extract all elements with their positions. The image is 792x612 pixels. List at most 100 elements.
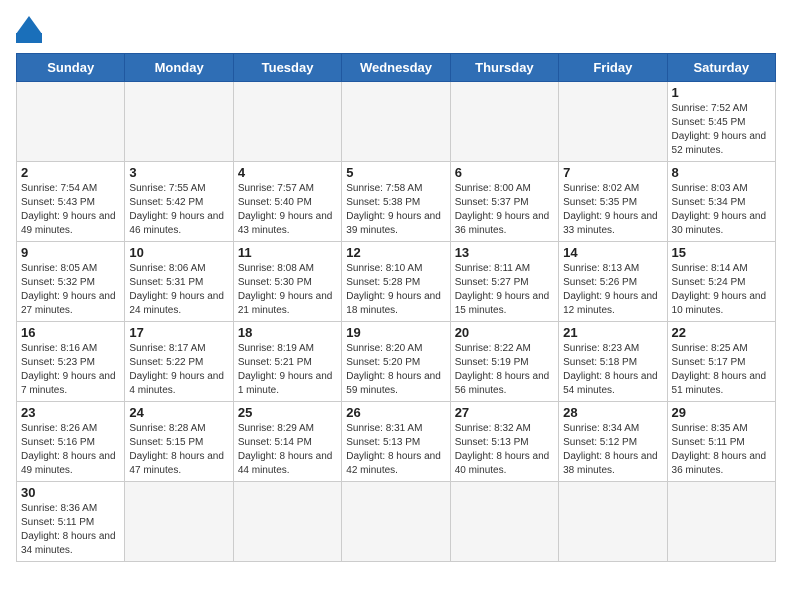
calendar-cell: 4Sunrise: 7:57 AMSunset: 5:40 PMDaylight…: [233, 162, 341, 242]
day-info: Sunrise: 8:08 AMSunset: 5:30 PMDaylight:…: [238, 262, 337, 318]
day-number: 14: [563, 245, 662, 260]
calendar-cell: [233, 482, 341, 562]
week-row-5: 30Sunrise: 8:36 AMSunset: 5:11 PMDayligh…: [17, 482, 776, 562]
day-info: Sunrise: 8:06 AMSunset: 5:31 PMDaylight:…: [129, 262, 228, 318]
calendar-cell: 20 Sunrise: 8:22 AMSunset: 5:19 PMDayligh…: [450, 322, 558, 402]
calendar-cell: 7 Sunrise: 8:02 AMSunset: 5:35 PMDaylight…: [559, 162, 667, 242]
calendar-cell: 9Sunrise: 8:05 AMSunset: 5:32 PMDaylight…: [17, 242, 125, 322]
calendar-cell: 25 Sunrise: 8:29 AMSunset: 5:14 PMDayligh…: [233, 402, 341, 482]
calendar-cell: 16Sunrise: 8:16 AMSunset: 5:23 PMDayligh…: [17, 322, 125, 402]
day-info: Sunrise: 8:03 AMSunset: 5:34 PMDaylight:…: [672, 182, 771, 238]
calendar-cell: [125, 482, 233, 562]
week-row-0: 1Sunrise: 7:52 AMSunset: 5:45 PMDaylight…: [17, 82, 776, 162]
header-saturday: Saturday: [667, 54, 775, 82]
calendar-cell: 17 Sunrise: 8:17 AMSunset: 5:22 PMDayligh…: [125, 322, 233, 402]
day-number: 16: [21, 325, 120, 340]
day-info: Sunrise: 8:17 AMSunset: 5:22 PMDaylight:…: [129, 342, 228, 398]
day-number: 5: [346, 165, 445, 180]
day-info: Sunrise: 8:23 AMSunset: 5:18 PMDaylight:…: [563, 342, 662, 398]
calendar-cell: 26 Sunrise: 8:31 AMSunset: 5:13 PMDayligh…: [342, 402, 450, 482]
day-info: Sunrise: 8:13 AMSunset: 5:26 PMDaylight:…: [563, 262, 662, 318]
header-tuesday: Tuesday: [233, 54, 341, 82]
day-info: Sunrise: 8:34 AMSunset: 5:12 PMDaylight:…: [563, 422, 662, 478]
day-number: 25: [238, 405, 337, 420]
calendar-cell: [342, 82, 450, 162]
calendar-cell: 1Sunrise: 7:52 AMSunset: 5:45 PMDaylight…: [667, 82, 775, 162]
day-info: Sunrise: 7:54 AMSunset: 5:43 PMDaylight:…: [21, 182, 120, 238]
calendar-cell: [559, 482, 667, 562]
day-number: 10: [129, 245, 228, 260]
day-number: 27: [455, 405, 554, 420]
calendar-cell: 8Sunrise: 8:03 AMSunset: 5:34 PMDaylight…: [667, 162, 775, 242]
day-number: 23: [21, 405, 120, 420]
day-info: Sunrise: 8:22 AMSunset: 5:19 PMDaylight:…: [455, 342, 554, 398]
day-info: Sunrise: 8:20 AMSunset: 5:20 PMDaylight:…: [346, 342, 445, 398]
header-thursday: Thursday: [450, 54, 558, 82]
header-friday: Friday: [559, 54, 667, 82]
calendar-cell: [17, 82, 125, 162]
day-info: Sunrise: 8:11 AMSunset: 5:27 PMDaylight:…: [455, 262, 554, 318]
calendar-cell: 3 Sunrise: 7:55 AMSunset: 5:42 PMDaylight…: [125, 162, 233, 242]
day-number: 26: [346, 405, 445, 420]
day-number: 20: [455, 325, 554, 340]
day-number: 1: [672, 85, 771, 100]
day-number: 18: [238, 325, 337, 340]
day-info: Sunrise: 8:10 AMSunset: 5:28 PMDaylight:…: [346, 262, 445, 318]
week-row-3: 16Sunrise: 8:16 AMSunset: 5:23 PMDayligh…: [17, 322, 776, 402]
day-number: 19: [346, 325, 445, 340]
day-number: 29: [672, 405, 771, 420]
calendar-cell: 23 Sunrise: 8:26 AMSunset: 5:16 PMDayligh…: [17, 402, 125, 482]
calendar-cell: 18 Sunrise: 8:19 AMSunset: 5:21 PMDayligh…: [233, 322, 341, 402]
week-row-2: 9Sunrise: 8:05 AMSunset: 5:32 PMDaylight…: [17, 242, 776, 322]
day-info: Sunrise: 8:25 AMSunset: 5:17 PMDaylight:…: [672, 342, 771, 398]
calendar-cell: [450, 82, 558, 162]
day-info: Sunrise: 8:26 AMSunset: 5:16 PMDaylight:…: [21, 422, 120, 478]
day-info: Sunrise: 8:36 AMSunset: 5:11 PMDaylight:…: [21, 502, 120, 558]
day-number: 13: [455, 245, 554, 260]
calendar-cell: 24Sunrise: 8:28 AMSunset: 5:15 PMDayligh…: [125, 402, 233, 482]
calendar-cell: [559, 82, 667, 162]
header-sunday: Sunday: [17, 54, 125, 82]
day-number: 15: [672, 245, 771, 260]
calendar-cell: 14 Sunrise: 8:13 AMSunset: 5:26 PMDayligh…: [559, 242, 667, 322]
day-info: Sunrise: 8:32 AMSunset: 5:13 PMDaylight:…: [455, 422, 554, 478]
calendar-cell: 27 Sunrise: 8:32 AMSunset: 5:13 PMDayligh…: [450, 402, 558, 482]
day-info: Sunrise: 8:31 AMSunset: 5:13 PMDaylight:…: [346, 422, 445, 478]
day-number: 17: [129, 325, 228, 340]
calendar-cell: 30Sunrise: 8:36 AMSunset: 5:11 PMDayligh…: [17, 482, 125, 562]
calendar-cell: 10 Sunrise: 8:06 AMSunset: 5:31 PMDayligh…: [125, 242, 233, 322]
header-monday: Monday: [125, 54, 233, 82]
calendar-table: SundayMondayTuesdayWednesdayThursdayFrid…: [16, 53, 776, 562]
day-info: Sunrise: 8:14 AMSunset: 5:24 PMDaylight:…: [672, 262, 771, 318]
day-number: 22: [672, 325, 771, 340]
week-row-4: 23 Sunrise: 8:26 AMSunset: 5:16 PMDayligh…: [17, 402, 776, 482]
calendar-cell: 21 Sunrise: 8:23 AMSunset: 5:18 PMDayligh…: [559, 322, 667, 402]
calendar-cell: [125, 82, 233, 162]
logo: [16, 16, 50, 43]
calendar-cell: 12 Sunrise: 8:10 AMSunset: 5:28 PMDayligh…: [342, 242, 450, 322]
day-number: 21: [563, 325, 662, 340]
calendar-cell: 22 Sunrise: 8:25 AMSunset: 5:17 PMDayligh…: [667, 322, 775, 402]
day-info: Sunrise: 7:55 AMSunset: 5:42 PMDaylight:…: [129, 182, 228, 238]
day-number: 9: [21, 245, 120, 260]
calendar-cell: [342, 482, 450, 562]
day-number: 11: [238, 245, 337, 260]
calendar-cell: [233, 82, 341, 162]
day-info: Sunrise: 8:35 AMSunset: 5:11 PMDaylight:…: [672, 422, 771, 478]
day-number: 7: [563, 165, 662, 180]
day-number: 4: [238, 165, 337, 180]
day-info: Sunrise: 8:29 AMSunset: 5:14 PMDaylight:…: [238, 422, 337, 478]
day-info: Sunrise: 8:02 AMSunset: 5:35 PMDaylight:…: [563, 182, 662, 238]
day-number: 24: [129, 405, 228, 420]
day-info: Sunrise: 8:19 AMSunset: 5:21 PMDaylight:…: [238, 342, 337, 398]
day-number: 28: [563, 405, 662, 420]
calendar-cell: 6Sunrise: 8:00 AMSunset: 5:37 PMDaylight…: [450, 162, 558, 242]
calendar-cell: [667, 482, 775, 562]
day-number: 3: [129, 165, 228, 180]
header: [16, 16, 776, 43]
day-number: 12: [346, 245, 445, 260]
calendar-cell: [450, 482, 558, 562]
day-number: 6: [455, 165, 554, 180]
calendar-cell: 11 Sunrise: 8:08 AMSunset: 5:30 PMDayligh…: [233, 242, 341, 322]
calendar-cell: 28 Sunrise: 8:34 AMSunset: 5:12 PMDayligh…: [559, 402, 667, 482]
